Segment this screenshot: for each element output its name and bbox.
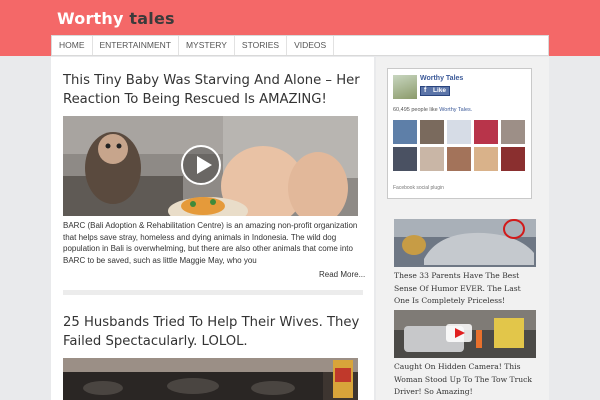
fb-count-number: 60,495 (393, 107, 410, 113)
fan-avatar[interactable] (447, 147, 471, 171)
play-icon[interactable] (181, 145, 221, 185)
post-title[interactable]: This Tiny Baby Was Starving And Alone – … (63, 71, 363, 109)
tow-truck-image (394, 310, 536, 358)
nav-item-home[interactable]: HOME (52, 36, 93, 55)
page-avatar[interactable] (393, 75, 417, 99)
read-more-link[interactable]: Read More... (319, 270, 365, 279)
post-thumbnail[interactable] (63, 358, 358, 400)
post-video-thumbnail[interactable] (63, 116, 358, 216)
logo-tales: tales (123, 9, 175, 28)
logo-worthy: Worthy (57, 9, 124, 28)
fb-page-name[interactable]: Worthy Tales (420, 75, 463, 82)
nav-item-entertainment[interactable]: ENTERTAINMENT (93, 36, 179, 55)
sidebar-post: Caught On Hidden Camera! This Woman Stoo… (394, 310, 536, 399)
fb-like-button[interactable]: Like (420, 86, 451, 96)
sidebar-post-caption[interactable]: These 33 Parents Have The Best Sense Of … (394, 270, 536, 308)
post-excerpt: BARC (Bali Adoption & Rehabilitation Cen… (63, 221, 358, 265)
sidebar-post-caption[interactable]: Caught On Hidden Camera! This Woman Stoo… (394, 361, 536, 399)
fan-avatar[interactable] (501, 147, 525, 171)
fan-avatar[interactable] (393, 147, 417, 171)
nav-item-stories[interactable]: STORIES (235, 36, 288, 55)
nav-item-videos[interactable]: VIDEOS (287, 36, 335, 55)
fan-avatar[interactable] (420, 120, 444, 144)
sidebar-post-thumbnail[interactable] (394, 219, 536, 267)
fan-avatar[interactable] (501, 120, 525, 144)
sidebar-post-thumbnail[interactable] (394, 310, 536, 358)
sidebar-post: These 33 Parents Have The Best Sense Of … (394, 219, 536, 308)
site-logo[interactable]: Worthy tales (57, 9, 175, 28)
fb-count-text: people like (409, 107, 440, 113)
post-divider (63, 290, 363, 295)
fb-plugin-label[interactable]: Facebook social plugin (393, 185, 444, 191)
fan-avatar[interactable] (420, 147, 444, 171)
post-title[interactable]: 25 Husbands Tried To Help Their Wives. T… (63, 313, 363, 351)
fb-faces-grid (393, 120, 527, 171)
facebook-like-box: Worthy Tales Like 60,495 people like Wor… (387, 68, 532, 199)
fan-avatar[interactable] (393, 120, 417, 144)
fb-count-page-link[interactable]: Worthy Tales. (439, 107, 472, 113)
main-nav: HOME ENTERTAINMENT MYSTERY STORIES VIDEO… (51, 35, 549, 56)
stovetop-image (63, 358, 358, 400)
fan-avatar[interactable] (474, 120, 498, 144)
fan-avatar[interactable] (447, 120, 471, 144)
fb-like-count: 60,495 people like Worthy Tales. (393, 107, 472, 113)
fan-avatar[interactable] (474, 147, 498, 171)
nav-item-mystery[interactable]: MYSTERY (179, 36, 235, 55)
car-image (394, 219, 536, 267)
